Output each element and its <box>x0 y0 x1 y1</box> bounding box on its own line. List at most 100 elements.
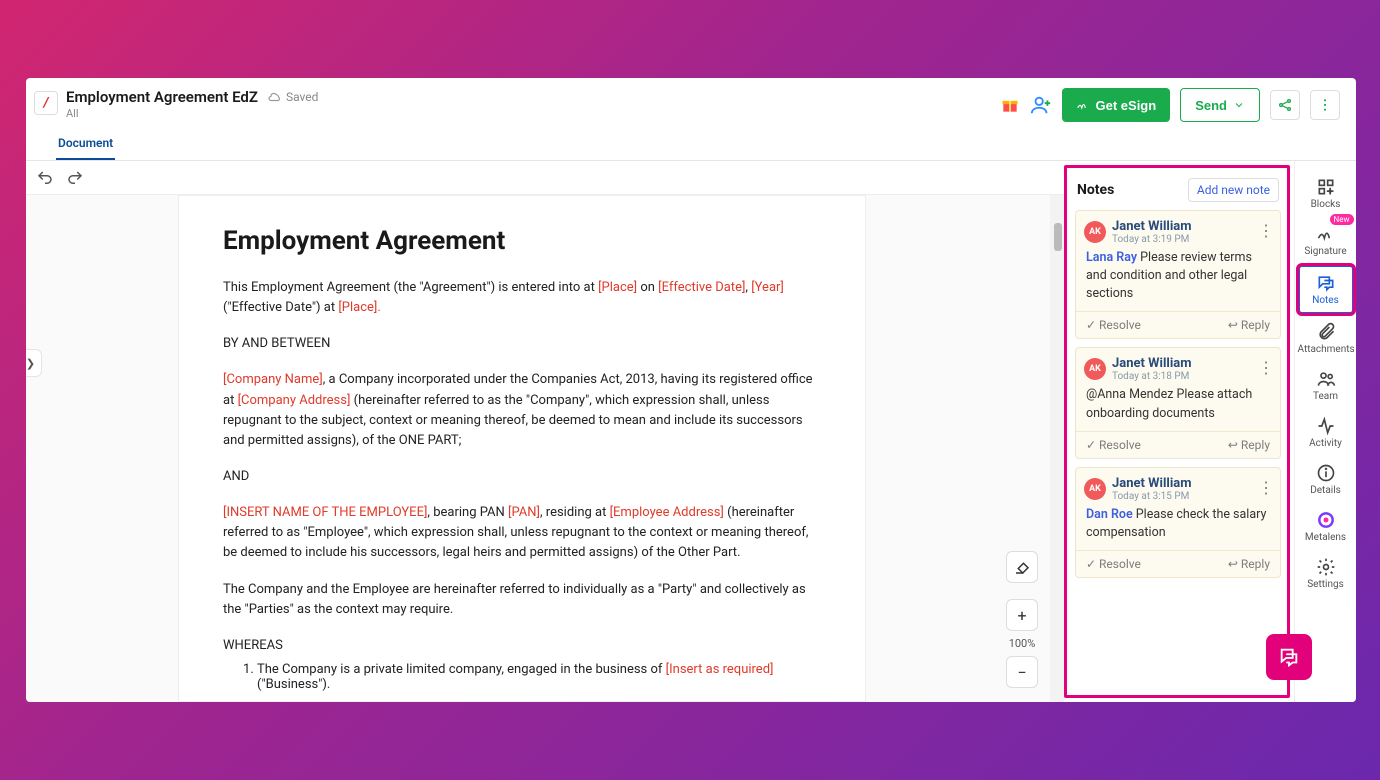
doc-between: BY AND BETWEEN <box>223 334 821 354</box>
app-window: / Employment Agreement EdZ Saved All Get… <box>26 78 1356 702</box>
mention[interactable]: Lana Ray <box>1086 250 1137 265</box>
doc-company: [Company Name], a Company incorporated u… <box>223 370 821 451</box>
chat-bubble-icon <box>1278 646 1300 668</box>
gear-icon <box>1316 557 1336 577</box>
zoom-label: 100% <box>1009 637 1036 650</box>
collapse-left-icon[interactable]: ❯ <box>26 349 42 377</box>
resolve-button[interactable]: ✓ Resolve <box>1086 438 1141 452</box>
nav-signature-label: Signature <box>1304 246 1346 257</box>
resolve-button[interactable]: ✓ Resolve <box>1086 557 1141 571</box>
note-card[interactable]: AK Janet WilliamToday at 3:15 PM ⋮ Dan Roe … <box>1075 467 1281 578</box>
redo-icon[interactable] <box>66 169 84 187</box>
nav-blocks[interactable]: Blocks <box>1298 171 1354 216</box>
nav-settings-label: Settings <box>1307 579 1344 590</box>
nav-activity-label: Activity <box>1309 438 1342 449</box>
chat-fab[interactable] <box>1266 634 1312 680</box>
activity-icon <box>1316 416 1336 436</box>
signature-icon <box>1076 98 1090 112</box>
note-time: Today at 3:15 PM <box>1112 491 1192 502</box>
nav-team[interactable]: Team <box>1298 363 1354 408</box>
note-card[interactable]: AK Janet WilliamToday at 3:19 PM ⋮ Lana Ray… <box>1075 210 1281 339</box>
more-vertical-icon <box>1317 97 1333 113</box>
editor-area: ❯ Employment Agreement This Employment A… <box>26 161 1064 702</box>
doc-heading: Employment Agreement <box>223 226 821 256</box>
tab-row: Document <box>26 128 1356 161</box>
undo-icon[interactable] <box>36 169 54 187</box>
chevron-down-icon <box>1233 99 1245 111</box>
nav-settings[interactable]: Settings <box>1298 551 1354 596</box>
info-icon <box>1316 463 1336 483</box>
note-author: Janet William <box>1112 356 1192 371</box>
cloud-icon <box>268 90 282 104</box>
note-menu-icon[interactable]: ⋮ <box>1258 221 1274 240</box>
add-user-icon[interactable] <box>1030 94 1052 116</box>
nav-attachments[interactable]: Attachments <box>1298 316 1354 361</box>
mention[interactable]: Dan Roe <box>1086 507 1133 522</box>
reply-button[interactable]: ↩ Reply <box>1228 438 1270 452</box>
tab-document[interactable]: Document <box>56 130 115 160</box>
zoom-in-button[interactable]: + <box>1006 599 1038 631</box>
nav-metalens-label: Metalens <box>1305 532 1346 543</box>
note-menu-icon[interactable]: ⋮ <box>1258 358 1274 377</box>
note-body: Lana Ray Please review terms and conditi… <box>1076 247 1280 311</box>
zoom-tools: + 100% − <box>1006 551 1038 688</box>
paint-bucket-icon <box>1013 558 1031 576</box>
avatar: AK <box>1084 221 1106 243</box>
notes-title: Notes <box>1077 182 1114 198</box>
doc-and: AND <box>223 467 821 487</box>
topbar-actions: Get eSign Send <box>1000 88 1340 122</box>
main: ❯ Employment Agreement This Employment A… <box>26 161 1356 702</box>
get-esign-button[interactable]: Get eSign <box>1062 88 1171 122</box>
more-button[interactable] <box>1310 90 1340 120</box>
nav-notes[interactable]: Notes <box>1298 265 1354 314</box>
note-body: @Anna Mendez Please attach onboarding do… <box>1076 384 1280 430</box>
saved-label: Saved <box>286 90 318 104</box>
new-badge: New <box>1330 214 1354 225</box>
note-author: Janet William <box>1112 476 1192 491</box>
doc-intro: This Employment Agreement (the "Agreemen… <box>223 278 821 318</box>
avatar: AK <box>1084 478 1106 500</box>
nav-signature[interactable]: New Signature <box>1298 218 1354 263</box>
title-block: Employment Agreement EdZ Saved All <box>66 88 318 120</box>
reply-button[interactable]: ↩ Reply <box>1228 557 1270 571</box>
editor-toolbar <box>26 161 1064 195</box>
note-author: Janet William <box>1112 219 1192 234</box>
avatar: AK <box>1084 358 1106 380</box>
doc-list: The Company is a private limited company… <box>257 662 821 692</box>
share-button[interactable] <box>1270 90 1300 120</box>
note-time: Today at 3:19 PM <box>1112 234 1192 245</box>
right-nav: Blocks New Signature Notes Attachments T… <box>1294 161 1356 702</box>
note-card[interactable]: AK Janet WilliamToday at 3:18 PM ⋮ @Anna Me… <box>1075 347 1281 458</box>
gift-icon[interactable] <box>1000 95 1020 115</box>
document-subtitle[interactable]: All <box>66 107 318 120</box>
saved-status: Saved <box>268 90 318 104</box>
zoom-out-button[interactable]: − <box>1006 656 1038 688</box>
blocks-icon <box>1316 177 1336 197</box>
note-menu-icon[interactable]: ⋮ <box>1258 478 1274 497</box>
note-body: Dan Roe Please check the salary compensa… <box>1076 504 1280 550</box>
notes-panel: Notes Add new note AKJanet WilliamToday … <box>1064 165 1290 698</box>
scrollbar[interactable] <box>1050 195 1064 702</box>
nav-metalens[interactable]: Metalens <box>1298 504 1354 549</box>
get-esign-label: Get eSign <box>1096 98 1157 113</box>
nav-activity[interactable]: Activity <box>1298 410 1354 455</box>
send-button[interactable]: Send <box>1180 88 1260 122</box>
chat-icon <box>1316 273 1336 293</box>
resolve-button[interactable]: ✓ Resolve <box>1086 318 1141 332</box>
signature-nav-icon <box>1316 224 1336 244</box>
fill-color-button[interactable] <box>1006 551 1038 583</box>
add-note-button[interactable]: Add new note <box>1188 178 1279 202</box>
nav-notes-label: Notes <box>1312 295 1339 306</box>
reply-button[interactable]: ↩ Reply <box>1228 318 1270 332</box>
paperclip-icon <box>1316 322 1336 342</box>
document-page[interactable]: Employment Agreement This Employment Agr… <box>178 195 866 702</box>
nav-team-label: Team <box>1313 391 1338 402</box>
send-label: Send <box>1195 98 1227 113</box>
nav-details[interactable]: Details <box>1298 457 1354 502</box>
nav-attachments-label: Attachments <box>1298 344 1355 355</box>
notes-list: AKJanet WilliamToday at 3:19 PM⋮Lana Ray… <box>1075 210 1281 586</box>
team-icon <box>1316 369 1336 389</box>
document-title[interactable]: Employment Agreement EdZ <box>66 88 258 106</box>
share-icon <box>1277 97 1293 113</box>
note-time: Today at 3:18 PM <box>1112 371 1192 382</box>
